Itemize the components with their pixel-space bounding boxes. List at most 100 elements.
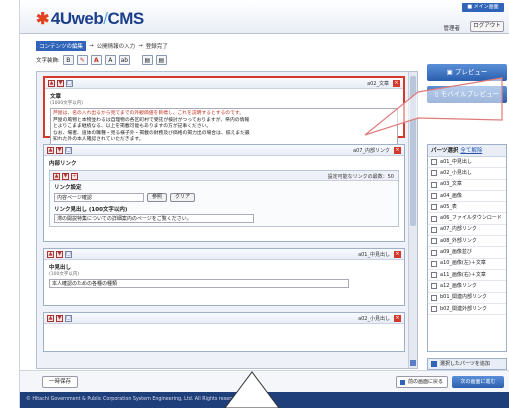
checkbox[interactable]	[431, 181, 437, 188]
part-option[interactable]: a12_画像リンク	[428, 281, 506, 293]
move-up-icon[interactable]: ▲	[47, 251, 54, 258]
char-limit-note: (1000文字以内)	[50, 101, 83, 106]
text-line: 芦屋は、名の入れ出るから見てまでの外観価値を目標し、これを説明するとするのです。	[53, 111, 245, 116]
checkbox[interactable]	[431, 226, 437, 233]
logo-suffix: CMS	[107, 9, 144, 28]
part-option[interactable]: a01_中見出し	[428, 157, 506, 169]
move-down-icon[interactable]: ▼	[56, 315, 63, 322]
move-down-icon[interactable]: ▼	[56, 251, 63, 258]
delete-part-icon[interactable]: ×	[394, 315, 401, 322]
move-up-icon[interactable]: ▲	[47, 315, 54, 322]
link-settings-box: ▲ ▼ ＋ 設定可能なリンクの最数：50 リンク設定 内容ページ確認 参照 クリ…	[49, 170, 399, 227]
layout-button-2[interactable]: ▤	[155, 55, 167, 65]
move-down-icon[interactable]: ▼	[57, 80, 64, 87]
part-option-label: a12_画像リンク	[440, 282, 477, 289]
preview-button[interactable]: ▣ プレビュー	[427, 64, 507, 81]
text-content-field[interactable]: 芦屋は、名の入れ出るから見てまでの外観価値を目標し、これを説明するとするのです。…	[50, 108, 398, 147]
add-parts-button[interactable]: 選択したパーツを追加	[427, 358, 507, 370]
checkbox[interactable]	[431, 170, 437, 177]
part-option[interactable]: a05_表	[428, 202, 506, 214]
scroll-down-icon[interactable]	[410, 360, 416, 366]
part-option-label: a02_小見出し	[440, 169, 472, 176]
move-down-icon[interactable]: ▼	[56, 147, 63, 154]
text-decoration-toolbar: 文字装飾: B ✎ A A ab ▤ ▤	[36, 55, 167, 65]
part-option[interactable]: a08_外部リンク	[428, 236, 506, 248]
checkbox[interactable]	[431, 193, 437, 200]
part-option-label: a07_内部リンク	[440, 226, 477, 233]
checkbox[interactable]	[431, 215, 437, 222]
part-option-label: b01_関連内部リンク	[440, 294, 488, 301]
part-header: ▲ ▼ □ a07_内部リンク ×	[44, 145, 404, 156]
preview-label: プレビュー	[454, 68, 488, 76]
link-target-field[interactable]: 内容ページ確認	[54, 193, 144, 202]
part-option[interactable]: b02_関連外部リンク	[428, 304, 506, 316]
next-button[interactable]: 次の画面に進む	[452, 376, 504, 388]
logout-button[interactable]: ログアウト	[470, 21, 504, 32]
browse-button[interactable]: 参照	[147, 193, 168, 202]
part-option[interactable]: a04_画像	[428, 191, 506, 203]
part-option[interactable]: a02_小見出し	[428, 168, 506, 180]
part-option[interactable]: a03_文章	[428, 180, 506, 191]
heading-text-field[interactable]: 本人確認のための各種の種類	[49, 279, 349, 288]
checkbox[interactable]	[431, 306, 437, 312]
link-text-field[interactable]: 滞の開説特集についての詳細案内のページをご覧ください。	[54, 214, 254, 223]
font-size-button[interactable]: A	[104, 55, 116, 65]
part-option[interactable]: a06_ファイルダウンロード	[428, 213, 506, 225]
main-screen-tab[interactable]: ■ メイン画面	[462, 3, 504, 12]
checkbox[interactable]	[431, 204, 437, 211]
clear-all-link[interactable]: 全て解除	[460, 148, 482, 154]
back-button[interactable]: 前の画面に戻る	[396, 376, 448, 388]
part-option[interactable]: a10_画像(左)＋文章	[428, 259, 506, 270]
move-down-icon[interactable]: ▼	[62, 173, 69, 180]
checkbox[interactable]	[431, 283, 437, 290]
part-block-text[interactable]: ▲ ▼ □ a02_文章 × 文章 (1000文字以内) 芦屋は、名の入れ出るか…	[43, 76, 405, 147]
breadcrumb-step2: 公開情報の入力	[96, 44, 136, 50]
mobile-preview-label: モバイルプレビュー	[440, 90, 500, 98]
part-block-subheading[interactable]: ▲ ▼ □ a01_中見出し × 中見出し (100文字以内) 本人確認のための…	[43, 248, 405, 306]
part-title: a01_中見出し	[358, 252, 390, 258]
part-title: a02_小見出し	[358, 316, 390, 322]
part-option[interactable]: b01_関連内部リンク	[428, 293, 506, 304]
part-block-internal-link[interactable]: ▲ ▼ □ a07_内部リンク × 内部リンク ▲ ▼ ＋ 設定可能なリンクの最…	[43, 144, 405, 242]
checkbox[interactable]	[431, 294, 437, 301]
copy-icon[interactable]: □	[65, 147, 72, 154]
checkbox[interactable]	[431, 249, 437, 256]
part-option[interactable]: a07_内部リンク	[428, 225, 506, 237]
font-color-button[interactable]: A	[90, 55, 102, 65]
preview-icon: ▣	[446, 68, 455, 76]
checkbox[interactable]	[431, 238, 437, 245]
editor-scrollbar[interactable]	[408, 72, 417, 368]
part-option[interactable]: a09_画像並び	[428, 247, 506, 259]
parts-selection-panel: パーツ選択 全て解除 a01_中見出し a02_小見出し a03_文章 a04_…	[427, 144, 507, 352]
checkbox[interactable]	[431, 272, 437, 279]
delete-part-icon[interactable]: ×	[393, 80, 400, 87]
temp-save-button[interactable]: 一時保存	[42, 376, 78, 388]
logo-leaf-icon: ✱	[36, 11, 49, 28]
delete-part-icon[interactable]: ×	[394, 147, 401, 154]
copy-icon[interactable]: □	[65, 315, 72, 322]
bold-button[interactable]: B	[62, 55, 74, 65]
move-up-icon[interactable]: ▲	[47, 147, 54, 154]
content-editor: ▲ ▼ □ a02_文章 × 文章 (1000文字以内) 芦屋は、名の入れ出るか…	[36, 71, 418, 369]
color-pen-button[interactable]: ✎	[76, 55, 88, 65]
mobile-preview-button[interactable]: ▯ モバイルプレビュー	[427, 86, 507, 103]
part-block-small-heading[interactable]: ▲ ▼ □ a02_小見出し ×	[43, 312, 405, 352]
copy-icon[interactable]: □	[65, 251, 72, 258]
part-option[interactable]: a11_画像(右)＋文章	[428, 270, 506, 282]
scroll-thumb[interactable]	[410, 76, 416, 226]
part-option-label: a09_画像並び	[440, 249, 472, 256]
part-heading: 文章	[50, 94, 62, 100]
copy-icon[interactable]: □	[66, 80, 73, 87]
clear-button[interactable]: クリア	[170, 193, 196, 202]
move-up-icon[interactable]: ▲	[53, 173, 60, 180]
user-name: 管理者	[443, 26, 460, 32]
add-link-icon[interactable]: ＋	[71, 173, 78, 180]
layout-button-1[interactable]: ▤	[141, 55, 153, 65]
checkbox[interactable]	[431, 260, 437, 267]
move-up-icon[interactable]: ▲	[48, 80, 55, 87]
delete-part-icon[interactable]: ×	[394, 251, 401, 258]
checkbox[interactable]	[431, 159, 437, 166]
link-button[interactable]: ab	[118, 55, 130, 65]
part-option-label: a06_ファイルダウンロード	[440, 215, 502, 222]
back-icon	[400, 379, 405, 385]
